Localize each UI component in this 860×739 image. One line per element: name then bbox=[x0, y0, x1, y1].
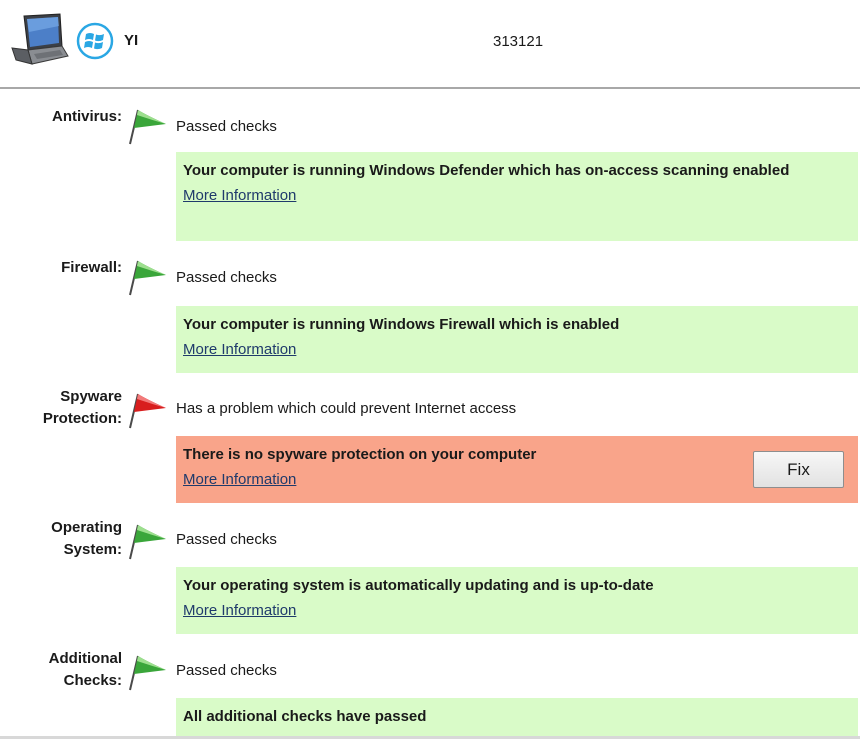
check-message: There is no spyware protection on your c… bbox=[183, 446, 537, 463]
machine-id: 313121 bbox=[493, 33, 544, 50]
green-flag-icon bbox=[129, 109, 166, 145]
check-label: Additional Checks: bbox=[48, 650, 122, 689]
check-result-box: There is no spyware protection on your c… bbox=[176, 436, 858, 503]
check-result-box: Your operating system is automatically u… bbox=[176, 567, 858, 634]
fix-button[interactable]: Fix bbox=[753, 451, 844, 488]
check-label: Operating System: bbox=[51, 519, 122, 558]
check-label: Firewall: bbox=[61, 259, 122, 276]
check-message: Your computer is running Windows Firewal… bbox=[183, 316, 620, 333]
header-divider bbox=[0, 87, 860, 89]
check-result-box: Your computer is running Windows Defende… bbox=[176, 152, 858, 241]
green-flag-icon bbox=[129, 655, 166, 691]
check-status: Passed checks bbox=[176, 662, 277, 679]
check-message: Your operating system is automatically u… bbox=[183, 577, 654, 594]
security-check-page: YI 313121 Antivirus: Passed checks Your … bbox=[0, 0, 860, 739]
check-status: Passed checks bbox=[176, 531, 277, 548]
check-result-box: All additional checks have passed bbox=[176, 698, 858, 738]
more-information-link[interactable]: More Information bbox=[183, 187, 296, 204]
more-information-link[interactable]: More Information bbox=[183, 602, 296, 619]
computer-name: YI bbox=[124, 32, 139, 49]
check-message: Your computer is running Windows Defende… bbox=[183, 162, 790, 179]
green-flag-icon bbox=[129, 524, 166, 560]
check-status: Passed checks bbox=[176, 269, 277, 286]
check-status: Passed checks bbox=[176, 118, 277, 135]
more-information-link[interactable]: More Information bbox=[183, 341, 296, 358]
laptop-icon bbox=[11, 13, 69, 65]
windows-logo-icon bbox=[76, 22, 114, 60]
check-label: Spyware Protection: bbox=[42, 388, 122, 427]
red-flag-icon bbox=[129, 393, 166, 429]
more-information-link[interactable]: More Information bbox=[183, 471, 296, 488]
check-status: Has a problem which could prevent Intern… bbox=[176, 400, 517, 417]
computer-header: YI 313121 bbox=[0, 0, 860, 89]
check-message: All additional checks have passed bbox=[183, 708, 427, 725]
check-result-box: Your computer is running Windows Firewal… bbox=[176, 306, 858, 373]
green-flag-icon bbox=[129, 260, 166, 296]
check-label: Antivirus: bbox=[51, 108, 122, 125]
